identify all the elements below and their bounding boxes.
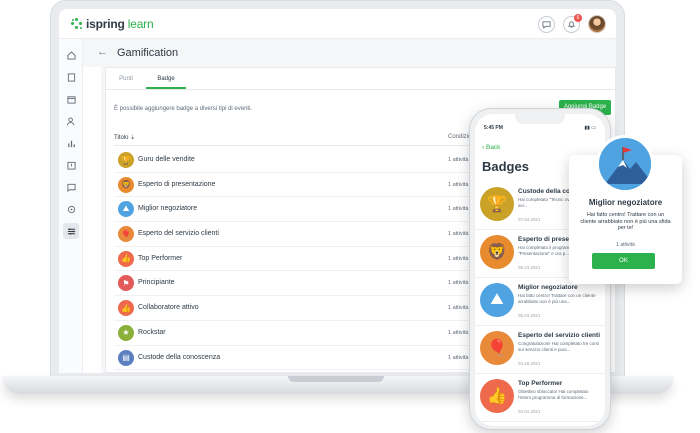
item-description: Hai fatto centro! Trattare con un client… — [518, 293, 596, 304]
item-title: Top Performer — [518, 380, 563, 387]
star-icon: ★ — [118, 324, 134, 341]
tabs: Punti Badge — [106, 68, 615, 90]
bell-icon[interactable]: 6 — [563, 13, 582, 33]
balloon-icon: 🎈 — [480, 331, 514, 365]
badge-condition: 1 attività — [448, 305, 469, 312]
trophy-icon: 🏆 — [118, 152, 134, 168]
balloon-icon: 🎈 — [118, 226, 134, 243]
item-title: Custode della co — [518, 188, 571, 195]
phone-time: 5:45 PM — [484, 125, 503, 131]
badge-name: Miglior negoziatore — [138, 205, 198, 213]
logo[interactable]: ispring learn — [71, 17, 154, 31]
page-header: ← Gamification — [83, 39, 616, 67]
thumbs-up-icon: 👍 — [118, 250, 134, 267]
badge-popup: Miglior negoziatore Hai fatto centro! Tr… — [569, 135, 682, 284]
reports-icon[interactable] — [63, 135, 79, 151]
item-title: Esperto del servizio clienti — [518, 332, 600, 339]
badge-name: Rockstar — [138, 328, 166, 336]
lion-icon: 🦁 — [118, 176, 134, 193]
item-title: Esperto di prese — [518, 236, 569, 243]
back-arrow-icon[interactable]: ← — [97, 46, 108, 58]
badge-condition: 1 attività — [448, 354, 469, 361]
list-item[interactable]: 👍 Top Performer Obiettivo sbloccato! Hai c… — [475, 374, 605, 422]
badge-name: Top Performer — [138, 254, 183, 262]
battery-icon: ▮▮ ▭ — [584, 125, 596, 131]
badge-name: Guru delle vendite — [138, 156, 195, 163]
logo-text: ispring learn — [86, 17, 154, 31]
mountain-icon — [596, 135, 654, 193]
mountain-icon: ⛰ — [480, 283, 514, 317]
goals-icon[interactable] — [63, 201, 79, 217]
badge-name: Custode della conoscenza — [138, 353, 221, 361]
item-date: 03.01.2021 — [518, 409, 541, 414]
badge-name: Esperto del servizio clienti — [138, 230, 219, 238]
item-title: Miglior negoziatore — [518, 284, 578, 291]
item-description: Obiettivo sbloccato! Hai completato l'in… — [518, 389, 589, 400]
messages-icon[interactable] — [63, 179, 79, 195]
column-title[interactable]: Titolo ⇣ — [114, 134, 135, 141]
thumbs-up-icon: 👍 — [480, 379, 514, 413]
item-date: 05.03.2021 — [518, 313, 541, 318]
tab-badge[interactable]: Badge — [146, 68, 186, 89]
badge-name: Esperto di presentazione — [138, 180, 216, 188]
users-icon[interactable] — [63, 113, 79, 129]
list-item[interactable]: ⛰ Miglior negoziatore Hai fatto centro! Tr… — [475, 278, 605, 326]
item-description: Congratulazioni! Hai completato tre cors… — [518, 341, 600, 352]
item-date: 05.23.2021 — [518, 265, 541, 270]
badge-condition: 1 attività — [448, 329, 469, 336]
item-date: 07.04.2021 — [518, 217, 541, 222]
left-nav — [59, 39, 83, 373]
chat-icon[interactable] — [538, 15, 555, 33]
library-icon[interactable] — [63, 69, 79, 85]
marketing-composition: ispring learn 6 ← Gamification Punti Bad… — [0, 0, 700, 433]
badge-condition: 1 attività — [448, 181, 469, 188]
calendar-icon[interactable] — [63, 91, 79, 107]
phone-back-link[interactable]: ‹ Back — [482, 144, 500, 151]
badge-name: Principiante — [138, 279, 175, 287]
avatar[interactable] — [588, 15, 606, 33]
ok-button[interactable]: OK — [592, 253, 655, 269]
badge-condition: 1 attività — [448, 231, 469, 238]
popup-text: Hai fatto centro! Trattare con un client… — [580, 212, 671, 231]
popup-count: 1 attività — [616, 242, 635, 248]
badge-condition: 1 attività — [448, 206, 469, 213]
trophy-icon: 🏆 — [480, 187, 514, 221]
calendar-alt-icon[interactable] — [63, 157, 79, 173]
laptop-notch — [288, 376, 384, 382]
tab-points[interactable]: Punti — [106, 68, 146, 89]
page-title: Gamification — [117, 47, 179, 59]
top-bar: ispring learn 6 — [59, 9, 616, 39]
mountain-icon: ⛰ — [118, 201, 134, 218]
home-icon[interactable] — [63, 47, 79, 63]
phone-title: Badges — [482, 159, 529, 174]
notification-badge: 6 — [574, 13, 582, 22]
thumbs-up-icon: 👍 — [118, 300, 134, 317]
logo-mark-icon — [71, 18, 83, 30]
lion-icon: 🦁 — [480, 235, 514, 269]
hint-text: È possibile aggiungere badge a diversi t… — [114, 106, 253, 112]
book-icon: ▤ — [118, 349, 134, 366]
settings-sliders-icon[interactable] — [63, 223, 79, 239]
badge-condition: 1 attività — [448, 280, 469, 287]
popup-title: Miglior negoziatore — [588, 198, 663, 207]
item-date: 04.18.2021 — [518, 361, 541, 366]
badge-name: Collaboratore attivo — [138, 304, 199, 312]
badge-condition: 1 attività — [448, 157, 469, 163]
list-item[interactable]: 🎈 Esperto del servizio clienti Congratulaz… — [475, 326, 605, 374]
badge-condition: 1 attività — [448, 255, 469, 262]
phone-notch — [515, 114, 565, 124]
flag-icon: ⚑ — [118, 275, 134, 292]
